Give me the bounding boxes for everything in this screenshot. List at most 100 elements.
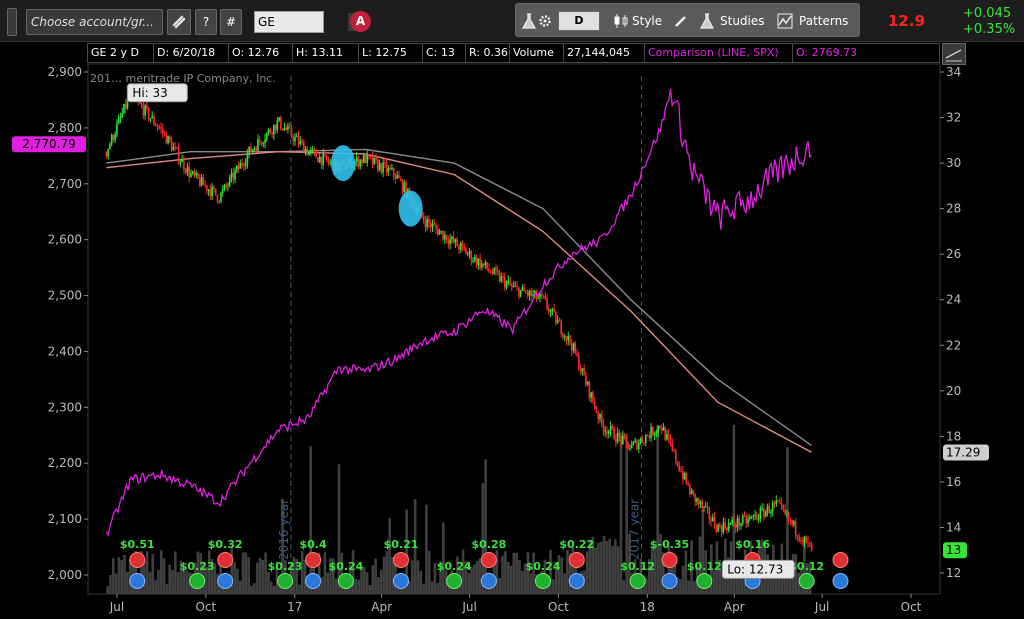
x-tick-label: Apr [371, 600, 392, 614]
price-candle [579, 369, 582, 372]
volume-bar [566, 549, 569, 594]
earnings-icon[interactable] [305, 552, 322, 568]
dividend-icon[interactable] [696, 573, 713, 589]
volume-bar [430, 581, 434, 594]
earnings-icon[interactable] [217, 552, 234, 568]
price-candle [808, 542, 811, 544]
info-icon[interactable] [661, 573, 678, 589]
volume-bar [109, 575, 112, 594]
volume-bar [371, 565, 375, 594]
price-candle [585, 375, 587, 385]
right-tick-label: 32 [946, 111, 961, 125]
price-candle [174, 146, 176, 148]
price-candle [161, 128, 164, 133]
price-candle [176, 147, 178, 149]
comparison-line [105, 88, 812, 538]
price-candle [771, 502, 774, 512]
price-candle [491, 272, 494, 274]
volume-bar [162, 558, 166, 594]
price-candle [438, 231, 441, 235]
price-candle [144, 105, 146, 116]
price-candle [200, 177, 203, 186]
price-candle [574, 343, 577, 354]
price-candle [109, 144, 111, 150]
price-candle [195, 173, 198, 176]
info-icon[interactable] [392, 573, 409, 589]
price-candle [197, 173, 199, 179]
price-candle [793, 521, 795, 525]
volume-bar [114, 573, 118, 594]
copyright-text: 201… meritrade IP Company, Inc. [90, 72, 276, 85]
earnings-label: $0.4 [300, 538, 327, 551]
dividend-icon[interactable] [798, 573, 815, 589]
price-candle [403, 182, 406, 193]
price-candle [147, 107, 150, 120]
price-candle [682, 471, 684, 480]
dividend-icon[interactable] [189, 573, 206, 589]
price-candle [521, 287, 524, 291]
info-icon[interactable] [129, 573, 146, 589]
earnings-icon[interactable] [661, 552, 678, 568]
x-tick-label: Oct [195, 600, 216, 614]
dividend-icon[interactable] [629, 573, 646, 589]
price-candle [202, 177, 205, 185]
info-icon[interactable] [217, 573, 234, 589]
earnings-icon[interactable] [129, 552, 146, 568]
price-candle [773, 502, 776, 504]
left-tick-label: 2,300 [48, 400, 82, 414]
earnings-icon[interactable] [392, 552, 409, 568]
right-tick-label: 20 [946, 384, 961, 398]
price-candle [650, 427, 652, 439]
earnings-label: $0.21 [384, 538, 419, 551]
price-candle [664, 427, 667, 440]
price-candle [498, 272, 501, 282]
price-candle [198, 178, 201, 186]
earnings-icon[interactable] [832, 552, 849, 568]
price-candle [392, 167, 395, 176]
price-chart[interactable]: 2016 year 2017 year Jul Oct 17 Apr Jul Oct 18 Ap… [0, 0, 1024, 619]
price-candle [251, 149, 254, 152]
dividend-icon[interactable] [446, 573, 463, 589]
volume-bar [436, 583, 439, 594]
price-candle [706, 506, 709, 509]
info-icon[interactable] [832, 573, 849, 589]
price-candle [186, 166, 189, 173]
volume-bar [608, 538, 612, 594]
volume-bar [298, 584, 301, 594]
volume-bar [504, 551, 507, 594]
price-candle [310, 149, 312, 152]
price-candle [652, 427, 654, 436]
price-candle [618, 432, 621, 437]
price-candle [318, 156, 321, 163]
info-icon[interactable] [480, 573, 497, 589]
price-candle [671, 442, 674, 450]
price-candle [357, 157, 360, 167]
dividend-icon[interactable] [337, 573, 354, 589]
price-candle [244, 163, 247, 166]
highlight-ellipse[interactable] [331, 145, 356, 182]
dividend-icon[interactable] [277, 573, 294, 589]
earnings-icon[interactable] [480, 552, 497, 568]
volume-bar [515, 552, 518, 594]
price-candle [569, 335, 571, 344]
earnings-icon[interactable] [568, 552, 585, 568]
price-candle [163, 132, 166, 134]
price-candle [622, 435, 624, 444]
volume-bar [602, 536, 606, 594]
price-candle [449, 239, 451, 244]
x-tick-label: Oct [548, 600, 569, 614]
price-candle [694, 493, 696, 502]
info-icon[interactable] [568, 573, 585, 589]
price-candle [179, 162, 182, 164]
dividend-icon[interactable] [534, 573, 551, 589]
price-candle [401, 180, 404, 193]
right-tick-label: 12 [946, 566, 961, 580]
price-candle [223, 184, 226, 190]
info-icon[interactable] [305, 573, 322, 589]
price-candle [687, 483, 689, 486]
price-candle [734, 525, 737, 528]
volume-bar [382, 556, 386, 594]
highlight-ellipse[interactable] [398, 190, 423, 227]
price-candle [692, 490, 695, 494]
price-candle [461, 243, 464, 246]
